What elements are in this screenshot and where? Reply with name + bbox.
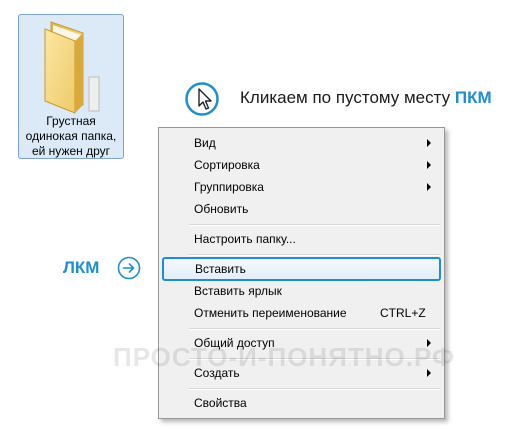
- submenu-arrow-icon: [427, 139, 431, 147]
- undo-shortcut: CTRL+Z: [380, 306, 426, 320]
- menu-item-undo-rename[interactable]: Отменить переименование CTRL+Z: [161, 302, 442, 324]
- menu-separator: [189, 254, 440, 256]
- menu-separator: [189, 388, 440, 390]
- menu-item-share[interactable]: Общий доступ: [161, 332, 442, 354]
- right-click-accent: ПКМ: [454, 88, 492, 107]
- folder-icon: [44, 21, 100, 114]
- menu-separator: [189, 358, 440, 360]
- menu-separator: [189, 328, 440, 330]
- context-menu: Вид Сортировка Группировка Обновить Наст…: [158, 127, 445, 419]
- menu-item-paste[interactable]: Вставить: [162, 257, 441, 281]
- menu-item-paste-shortcut[interactable]: Вставить ярлык: [161, 280, 442, 302]
- submenu-arrow-icon: [427, 369, 431, 377]
- folder-label: Грустная одинокая папка, ей нужен друг: [25, 114, 117, 158]
- submenu-arrow-icon: [427, 161, 431, 169]
- menu-item-new[interactable]: Создать: [161, 362, 442, 384]
- menu-item-sort[interactable]: Сортировка: [161, 154, 442, 176]
- desktop-folder[interactable]: Грустная одинокая папка, ей нужен друг: [18, 14, 124, 159]
- submenu-arrow-icon: [427, 183, 431, 191]
- menu-item-refresh[interactable]: Обновить: [161, 198, 442, 220]
- left-click-label: ЛКМ: [63, 258, 100, 277]
- menu-item-group[interactable]: Группировка: [161, 176, 442, 198]
- mouse-pointer-icon: [185, 82, 219, 116]
- submenu-arrow-icon: [427, 339, 431, 347]
- menu-item-properties[interactable]: Свойства: [161, 392, 442, 414]
- menu-item-customize-folder[interactable]: Настроить папку...: [161, 228, 442, 250]
- right-click-hint: Кликаем по пустому месту ПКМ: [240, 88, 492, 107]
- circle-arrow-right-icon: [117, 256, 141, 280]
- menu-item-view[interactable]: Вид: [161, 132, 442, 154]
- menu-separator: [189, 224, 440, 226]
